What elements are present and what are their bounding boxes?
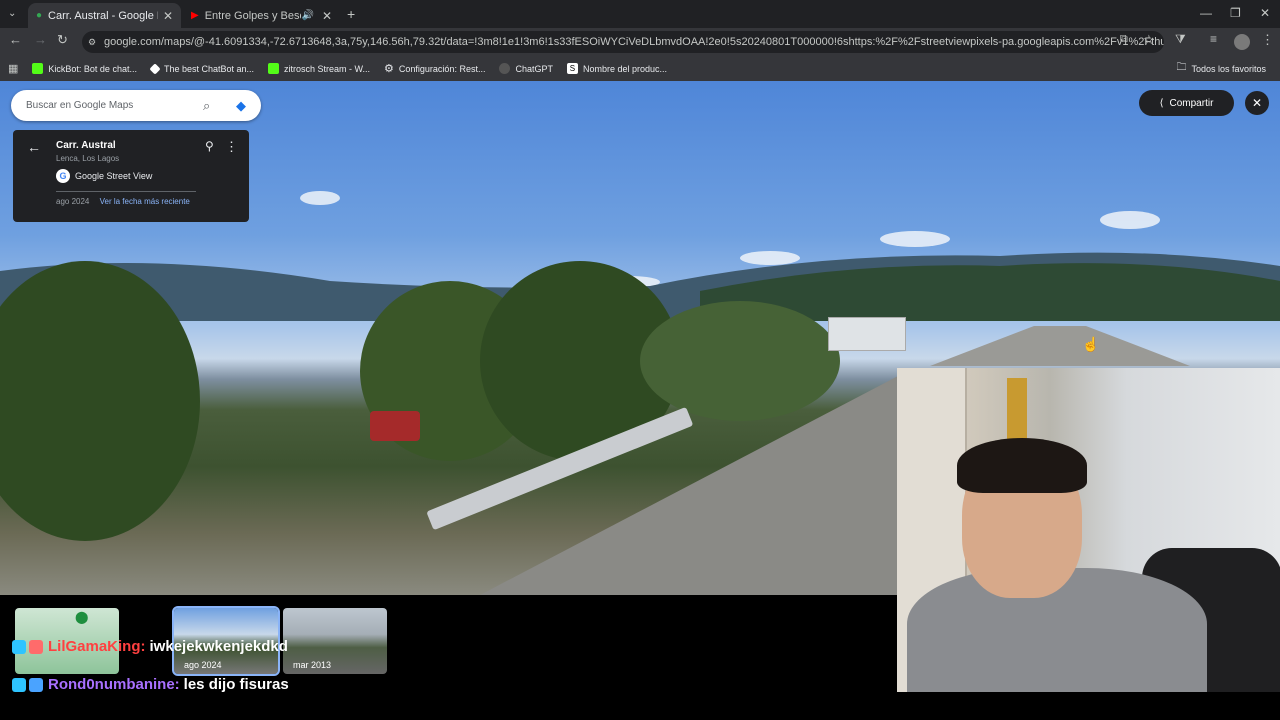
- tab-title: Entre Golpes y Besos - YouT: [204, 9, 302, 22]
- install-app-icon[interactable]: ⧉: [1120, 33, 1128, 46]
- chat-text: les dijo fisuras: [183, 676, 289, 693]
- badge-icon: [29, 639, 43, 654]
- bookmark-label: Nombre del produc...: [582, 63, 668, 74]
- share-button[interactable]: ⟨ Compartir: [1139, 90, 1234, 116]
- cloud: [1100, 211, 1160, 229]
- kick-favicon-icon: [268, 63, 280, 74]
- close-tab-icon[interactable]: ✕: [322, 9, 332, 23]
- s-favicon-icon: S: [566, 63, 578, 74]
- place-subtitle: Lenca, Los Lagos: [56, 154, 120, 163]
- audio-playing-icon[interactable]: 🔊: [301, 10, 313, 21]
- location-pin-icon: ⬤: [75, 610, 89, 624]
- gear-icon: ⚙: [384, 63, 394, 75]
- chatgpt-favicon-icon: [499, 63, 511, 74]
- tab-title: Carr. Austral - Google Maps: [48, 9, 158, 22]
- road-sign: [828, 317, 906, 351]
- red-vehicle: [370, 411, 420, 441]
- google-logo-icon: G: [56, 169, 70, 183]
- youtube-favicon-icon: ▶: [191, 10, 199, 21]
- chat-message: LilGamaKing: iwkejekwkenjekdkd: [12, 638, 288, 655]
- mouse-cursor-icon: ☝: [1082, 336, 1100, 352]
- cloud: [300, 191, 340, 205]
- profile-avatar[interactable]: [1234, 34, 1250, 50]
- bookmark-chatbot[interactable]: The best ChatBot an...: [149, 62, 255, 75]
- bookmark-zitrosch[interactable]: zitrosch Stream - W...: [268, 63, 370, 74]
- url-text: google.com/maps/@-41.6091334,-72.6713648…: [104, 36, 1164, 48]
- more-options-icon[interactable]: ⋮: [225, 139, 238, 155]
- bookmark-chatgpt[interactable]: ChatGPT: [499, 63, 553, 74]
- street-view-source: G Google Street View: [56, 169, 237, 183]
- chat-username: LilGamaKing:: [48, 638, 146, 655]
- media-control-icon[interactable]: ≡: [1210, 32, 1217, 46]
- tab-google-maps[interactable]: ● Carr. Austral - Google Maps ✕: [28, 3, 181, 28]
- webcam-overlay: [897, 368, 1280, 692]
- back-icon[interactable]: ←: [9, 32, 22, 47]
- timeline-strip: ⬤ ago 2024 mar 2013: [0, 595, 897, 720]
- place-info-card: ← ⚲ ⋮ Carr. Austral Lenca, Los Lagos G G…: [13, 130, 249, 222]
- toolbar: ← → ↻ ⚙ google.com/maps/@-41.6091334,-72…: [0, 28, 1280, 56]
- road-distance: [930, 326, 1190, 366]
- all-bookmarks[interactable]: 🗀 Todos los favoritos: [1176, 60, 1266, 77]
- badge-icon: [12, 677, 26, 692]
- bookmark-label: ChatGPT: [515, 63, 553, 74]
- chat-username: Rond0numbanine:: [48, 676, 180, 693]
- extensions-icon[interactable]: ⧩: [1175, 32, 1186, 47]
- bookmark-kickbot[interactable]: KickBot: Bot de chat...: [32, 63, 137, 74]
- badge-icon: [12, 639, 26, 654]
- person-hair: [957, 438, 1087, 493]
- browser-chrome: ⌄ ● Carr. Austral - Google Maps ✕ ▶ Entr…: [0, 0, 1280, 81]
- close-street-view-button[interactable]: ✕: [1245, 91, 1269, 115]
- chatbot-favicon-icon: [149, 62, 161, 75]
- search-input[interactable]: [26, 100, 186, 111]
- badge-icon: [29, 677, 43, 692]
- bookmarks-bar: ▦ KickBot: Bot de chat... The best ChatB…: [0, 56, 1280, 81]
- share-icon: ⟨: [1159, 97, 1164, 109]
- menu-icon[interactable]: ⋮: [1261, 32, 1274, 48]
- bookmark-star-icon[interactable]: ☆: [1143, 32, 1155, 48]
- back-arrow-icon[interactable]: ←: [27, 139, 41, 155]
- tab-search-icon[interactable]: ⌄: [8, 8, 16, 19]
- maps-search-box[interactable]: ⌕ ◆: [11, 90, 261, 121]
- directions-icon[interactable]: ◆: [236, 98, 246, 114]
- share-label: Compartir: [1169, 97, 1214, 109]
- search-icon[interactable]: ⌕: [203, 98, 210, 114]
- source-label: Google Street View: [75, 171, 153, 181]
- kick-favicon-icon: [32, 63, 44, 74]
- chat-text: iwkejekwkenjekdkd: [149, 638, 288, 655]
- bookmark-label: Todos los favoritos: [1191, 63, 1266, 74]
- divider: [56, 191, 196, 192]
- thumb-label: ago 2024: [184, 660, 222, 670]
- location-pin-icon[interactable]: ⚲: [205, 139, 214, 153]
- bookmark-producto[interactable]: S Nombre del produc...: [566, 63, 668, 74]
- site-info-icon[interactable]: ⚙: [88, 37, 96, 48]
- bookmark-label: KickBot: Bot de chat...: [48, 63, 137, 74]
- address-bar[interactable]: ⚙ google.com/maps/@-41.6091334,-72.67136…: [82, 31, 1164, 53]
- tab-strip: ⌄ ● Carr. Austral - Google Maps ✕ ▶ Entr…: [0, 0, 1280, 28]
- reload-icon[interactable]: ↻: [57, 32, 68, 48]
- folder-icon: 🗀: [1176, 62, 1187, 73]
- maximize-icon[interactable]: ❐: [1230, 6, 1241, 20]
- bookmark-label: zitrosch Stream - W...: [284, 63, 371, 74]
- thumb-label: mar 2013: [293, 660, 332, 670]
- capture-date[interactable]: ago 2024: [56, 197, 89, 206]
- most-recent-date-link[interactable]: Ver la fecha más reciente: [100, 197, 190, 206]
- bookmark-label: The best ChatBot an...: [163, 63, 255, 74]
- close-tab-icon[interactable]: ✕: [163, 9, 173, 23]
- tab-youtube[interactable]: ▶ Entre Golpes y Besos - YouT 🔊 ✕: [183, 3, 340, 28]
- chat-message: Rond0numbanine: les dijo fisuras: [12, 676, 289, 693]
- capture-date-row: ago 2024 Ver la fecha más reciente: [56, 197, 237, 206]
- apps-grid-icon[interactable]: ▦: [8, 62, 18, 75]
- close-icon: ✕: [1251, 96, 1263, 110]
- new-tab-icon[interactable]: +: [347, 6, 355, 22]
- bookmark-label: Configuración: Rest...: [398, 63, 486, 74]
- minimize-icon[interactable]: —: [1200, 6, 1212, 20]
- close-window-icon[interactable]: ✕: [1260, 6, 1270, 20]
- maps-favicon-icon: ●: [36, 10, 43, 21]
- timeline-thumb-mar-2013[interactable]: mar 2013: [283, 608, 387, 674]
- forward-icon[interactable]: →: [34, 32, 47, 47]
- bookmark-configuracion[interactable]: ⚙ Configuración: Rest...: [384, 62, 485, 75]
